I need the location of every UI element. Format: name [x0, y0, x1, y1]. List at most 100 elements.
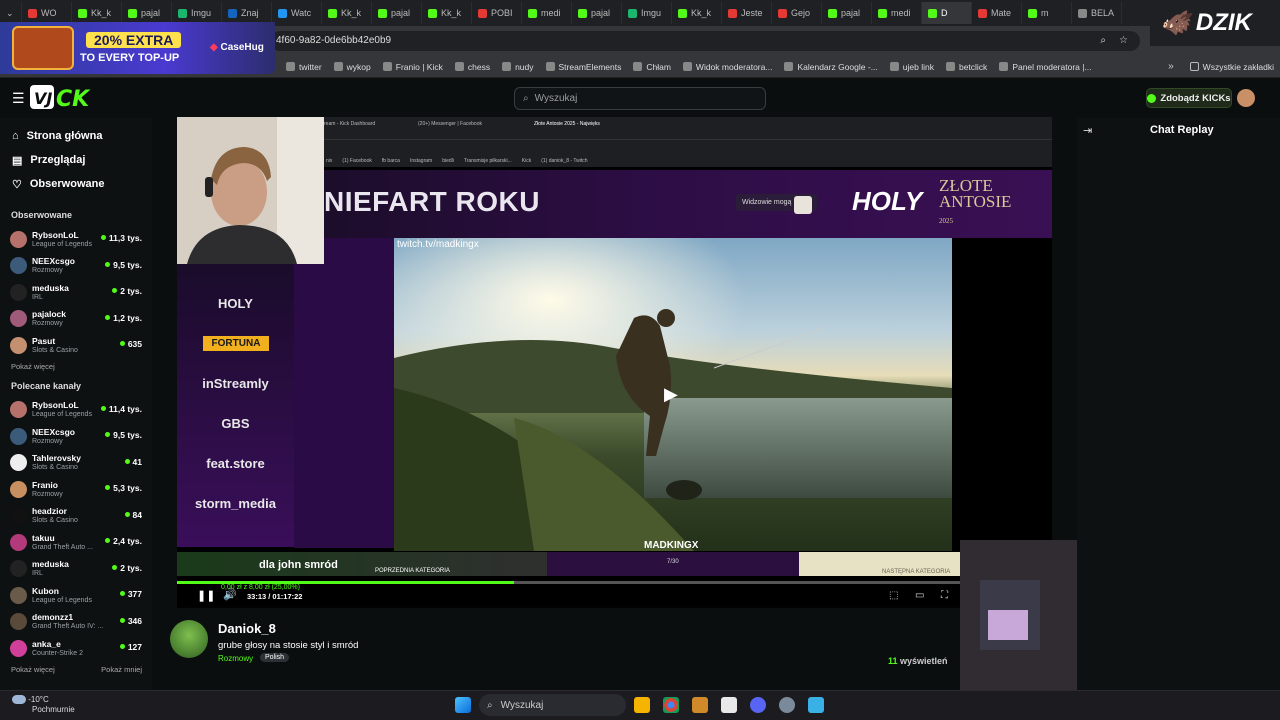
browser-tab[interactable]: Kk_k: [672, 2, 722, 24]
bookmark-item[interactable]: ujeb link: [884, 62, 940, 72]
browser-tab[interactable]: Imgu: [172, 2, 222, 24]
browser-tab[interactable]: Watc: [272, 2, 322, 24]
nav-item[interactable]: ▤ Przeglądaj: [0, 148, 152, 172]
streamer-avatar[interactable]: [170, 620, 208, 658]
channel-item[interactable]: meduska IRL 2 tys.: [0, 279, 152, 306]
category-title: NIEFART ROKU: [324, 186, 540, 217]
channel-item[interactable]: NEEXcsgo Rozmowy 9,5 tys.: [0, 253, 152, 280]
more-bookmarks-icon[interactable]: »: [1158, 61, 1184, 72]
tab-label: m: [1041, 8, 1049, 18]
heart-icon: ♡: [12, 178, 22, 191]
channel-item[interactable]: Tahlerovsky Slots & Casino 41: [0, 450, 152, 477]
browser-tab[interactable]: Kk_k: [422, 2, 472, 24]
star-icon[interactable]: ☆: [1119, 31, 1128, 51]
channel-item[interactable]: anka_e Counter-Strike 2 127: [0, 635, 152, 662]
channel-item[interactable]: meduska IRL 2 tys.: [0, 556, 152, 583]
bookmark-item[interactable]: betclick: [940, 62, 993, 72]
language-tag[interactable]: Polish: [260, 653, 290, 662]
nav-item[interactable]: ♡ Obserwowane: [0, 172, 152, 196]
browser-tab[interactable]: Kk_k: [72, 2, 122, 24]
browser-tab[interactable]: m: [1022, 2, 1072, 24]
discord-icon[interactable]: [750, 697, 766, 713]
browser-tab[interactable]: POBI: [472, 2, 522, 24]
browser-tab[interactable]: pajal: [122, 2, 172, 24]
channel-item[interactable]: Pasut Slots & Casino 635: [0, 332, 152, 359]
fullscreen-icon[interactable]: ⛶: [941, 590, 948, 601]
get-kicks-button[interactable]: Zdobądź KICKs: [1146, 88, 1232, 108]
zoom-icon[interactable]: ⌕: [1100, 31, 1106, 51]
channel-item[interactable]: pajalock Rozmowy 1,2 tys.: [0, 306, 152, 333]
channel-item[interactable]: NEEXcsgo Rozmowy 9,5 tys.: [0, 423, 152, 450]
app-icon[interactable]: [692, 697, 708, 713]
notepad-icon[interactable]: [808, 697, 824, 713]
browser-tab[interactable]: Kk_k: [322, 2, 372, 24]
settings-icon[interactable]: [779, 697, 795, 713]
favicon-icon: [828, 8, 837, 18]
menu-icon[interactable]: ☰: [12, 90, 25, 107]
browser-tab[interactable]: pajal: [572, 2, 622, 24]
browser-tab[interactable]: pajal: [822, 2, 872, 24]
theater-icon[interactable]: ▭: [915, 590, 924, 601]
bookmark-item[interactable]: Kalendarz Google -...: [778, 62, 883, 72]
chrome-icon[interactable]: [663, 697, 679, 713]
bookmark-item[interactable]: Chłam: [627, 62, 677, 72]
seek-bar[interactable]: [177, 581, 960, 584]
search-input[interactable]: ⌕ Wyszukaj: [514, 87, 766, 110]
streamer-name[interactable]: Daniok_8: [218, 621, 276, 636]
bookmark-icon: [545, 62, 555, 71]
recommended-show-less[interactable]: Pokaż mniej: [101, 665, 142, 674]
browser-tab[interactable]: medi: [872, 2, 922, 24]
bookmark-item[interactable]: chess: [449, 62, 496, 72]
video-frame[interactable]: twitch.tv/madkingx ▶ MADKINGX: [394, 238, 952, 551]
bookmark-item[interactable]: nudy: [496, 62, 539, 72]
all-bookmarks-folder[interactable]: Wszystkie zakładki: [1184, 62, 1280, 72]
channel-name: NEEXcsgo: [32, 426, 75, 437]
home-icon: ⌂: [12, 130, 19, 142]
bookmark-item[interactable]: StreamElements: [540, 62, 628, 72]
bookmark-icon: [333, 62, 343, 71]
channel-item[interactable]: Franio Rozmowy 5,3 tys.: [0, 476, 152, 503]
clip-icon[interactable]: ⬚: [889, 590, 898, 601]
channel-item[interactable]: RybsonLoL League of Legends 11,3 tys.: [0, 226, 152, 253]
browser-tab[interactable]: Gejo: [772, 2, 822, 24]
browser-tab[interactable]: WO: [22, 2, 72, 24]
nav-item[interactable]: ⌂ Strona główna: [0, 124, 152, 148]
browser-tab[interactable]: Jeste: [722, 2, 772, 24]
browser-tab[interactable]: D: [922, 2, 972, 24]
recommended-show-more[interactable]: Pokaż więcej: [11, 665, 55, 674]
kick-logo[interactable]: VJ CK: [30, 83, 100, 112]
followed-show-more[interactable]: Pokaż więcej: [0, 359, 152, 375]
browser-tab[interactable]: Znaj: [222, 2, 272, 24]
channel-name: pajalock: [32, 309, 67, 320]
channel-item[interactable]: Kubon League of Legends 377: [0, 582, 152, 609]
browser-tab[interactable]: Mate: [972, 2, 1022, 24]
browser-tab[interactable]: medi: [522, 2, 572, 24]
pause-icon[interactable]: ❚❚: [197, 589, 215, 602]
bookmark-item[interactable]: twitter: [280, 62, 328, 72]
windows-start-icon[interactable]: [455, 697, 471, 713]
taskbar-search[interactable]: ⌕ Wyszukaj: [479, 694, 626, 716]
weather-widget[interactable]: -10°C Pochmurnie: [12, 695, 75, 715]
collapse-chat-icon[interactable]: ⇥: [1083, 124, 1092, 137]
stream-category[interactable]: Rozmowy: [218, 654, 253, 663]
bookmark-item[interactable]: Franio | Kick: [377, 62, 449, 72]
app-icon[interactable]: [721, 697, 737, 713]
tab-list-button[interactable]: ⌄: [0, 2, 22, 24]
bookmark-item[interactable]: wykop: [328, 62, 377, 72]
channel-item[interactable]: takuu Grand Theft Auto ... 2,4 tys.: [0, 529, 152, 556]
bookmark-item[interactable]: Widok moderatora...: [677, 62, 779, 72]
browser-tab[interactable]: Imgu: [622, 2, 672, 24]
browser-tab[interactable]: pajal: [372, 2, 422, 24]
channel-item[interactable]: demonzz1 Grand Theft Auto IV: ... 346: [0, 609, 152, 636]
channel-item[interactable]: headzior Slots & Casino 84: [0, 503, 152, 530]
file-explorer-icon[interactable]: [634, 697, 650, 713]
browser-tab[interactable]: BELA: [1072, 2, 1122, 24]
category-counter: 7/30: [667, 559, 679, 565]
avatar: [10, 454, 27, 472]
bookmark-item[interactable]: Panel moderatora |...: [993, 62, 1097, 72]
play-icon[interactable]: ▶: [664, 384, 678, 405]
channel-item[interactable]: RybsonLoL League of Legends 11,4 tys.: [0, 397, 152, 424]
avatar[interactable]: [1237, 89, 1255, 107]
volume-icon[interactable]: 🔊: [223, 588, 237, 601]
url-field[interactable]: 4f60-9a82-0de6bb42e0b9 ⌕ ☆: [270, 31, 1140, 51]
